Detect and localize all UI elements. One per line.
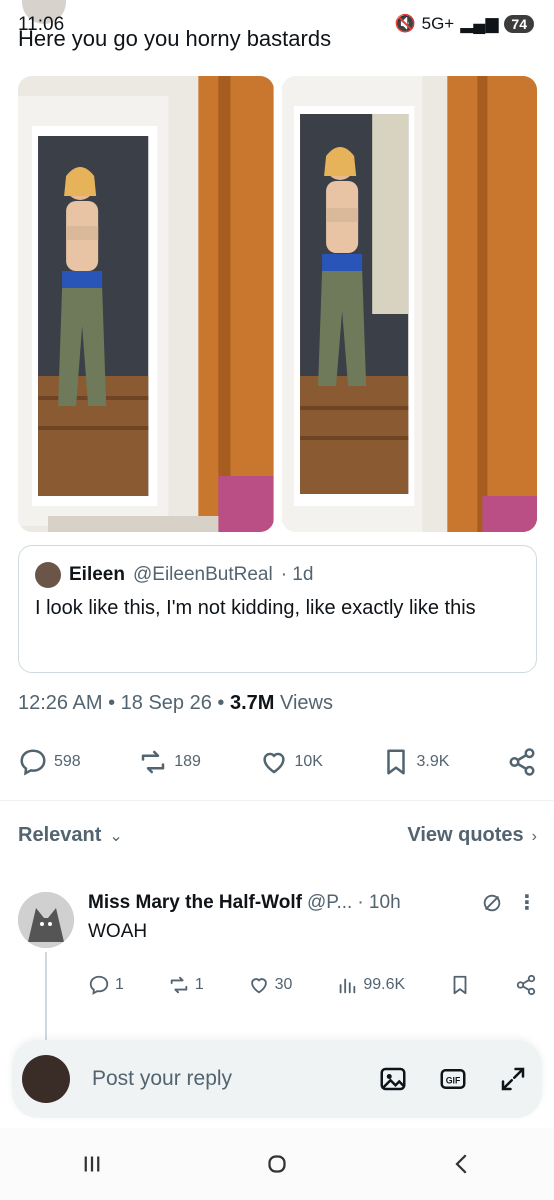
view-quotes-label: View quotes <box>407 824 524 846</box>
reply-icon <box>20 749 46 776</box>
quote-text: I look like this, I'm not kidding, like … <box>35 597 476 619</box>
back-icon[interactable] <box>447 1149 477 1179</box>
quote-avatar <box>35 562 61 588</box>
gif-icon[interactable]: GIF <box>438 1064 468 1094</box>
share-icon <box>509 748 535 776</box>
bookmark-icon <box>453 975 467 995</box>
quote-author-name: Eileen <box>69 564 125 585</box>
quote-age: · 1d <box>280 564 314 585</box>
mute-icon: 🔇 <box>394 14 416 33</box>
reply-reply-count: 1 <box>115 976 124 993</box>
reply-author-handle: @P... <box>306 891 353 913</box>
reply-button[interactable]: 598 <box>18 747 81 777</box>
reply-body: Miss Mary the Half-Wolf @P... · 10h ⋮ WO… <box>88 890 537 943</box>
expand-icon[interactable] <box>498 1064 528 1094</box>
repost-icon <box>170 976 188 994</box>
chevron-down-icon: ⌄ <box>109 828 123 845</box>
sort-label: Relevant <box>18 824 102 846</box>
mirror-photo-image <box>281 76 537 532</box>
reply-composer: Post your reply GIF <box>12 1040 542 1118</box>
meta-separator: • <box>211 692 230 714</box>
reply-views-button[interactable]: 99.6K <box>336 974 405 996</box>
reply-like-count: 30 <box>274 976 293 993</box>
like-button[interactable]: 10K <box>259 747 323 777</box>
wolf-avatar-image <box>18 892 74 948</box>
reply-icon <box>89 975 109 995</box>
tweet-date: 18 Sep 26 <box>120 692 212 714</box>
divider <box>0 800 554 801</box>
reply-repost-count: 1 <box>194 976 204 993</box>
replies-filter-row: Relevant ⌄ View quotes › <box>18 824 537 847</box>
bookmark-icon <box>386 749 405 775</box>
composer-icons: GIF <box>378 1064 528 1094</box>
tweet-photo-1[interactable] <box>18 76 274 532</box>
signal-icon: ▂▄▆ <box>460 14 499 33</box>
reply-header-icons: ⋮ <box>481 890 537 915</box>
like-count: 10K <box>294 753 323 770</box>
home-icon[interactable] <box>262 1149 292 1179</box>
reply-views-count: 99.6K <box>363 976 406 993</box>
composer-avatar <box>22 1055 70 1103</box>
reply-repost-button[interactable]: 1 <box>168 974 204 996</box>
share-icon <box>516 974 536 996</box>
more-options-icon[interactable]: ⋮ <box>517 890 537 915</box>
network-label: 5G+ <box>421 14 455 33</box>
tweet-time: 12:26 AM <box>18 692 103 714</box>
status-icons: 🔇 5G+ ▂▄▆ 74 <box>394 14 534 34</box>
tweet-views-label: Views <box>274 692 333 714</box>
quote-author-handle: @EileenButReal <box>132 564 273 585</box>
share-button[interactable] <box>507 747 537 777</box>
heart-icon <box>262 752 285 774</box>
meta-separator: • <box>102 692 121 714</box>
chevron-right-icon: › <box>531 828 537 845</box>
repost-button[interactable]: 189 <box>138 747 201 777</box>
analytics-icon <box>339 978 356 994</box>
repost-icon <box>142 750 165 774</box>
sort-dropdown[interactable]: Relevant ⌄ <box>18 824 123 847</box>
bookmark-count: 3.9K <box>416 753 450 770</box>
reply-age: · 10h <box>357 891 401 913</box>
reply-text: WOAH <box>88 921 148 942</box>
svg-text:GIF: GIF <box>446 1075 461 1085</box>
quote-header: Eileen @EileenButReal · 1d <box>35 562 520 588</box>
heart-icon <box>250 978 267 994</box>
recents-icon[interactable] <box>77 1149 107 1179</box>
reply-like-button[interactable]: 30 <box>248 974 293 996</box>
tweet-meta: 12:26 AM • 18 Sep 26 • 3.7M Views <box>18 692 333 715</box>
quoted-tweet[interactable]: Eileen @EileenButReal · 1d I look like t… <box>18 545 537 673</box>
reply-input[interactable]: Post your reply <box>92 1067 378 1091</box>
image-icon[interactable] <box>378 1064 408 1094</box>
tweet-text: Here you go you horny bastards <box>18 26 332 51</box>
grok-icon[interactable] <box>481 892 503 914</box>
system-nav-bar <box>0 1128 554 1200</box>
repost-count: 189 <box>174 753 201 770</box>
tweet-action-bar: 598 189 10K 3.9K <box>18 742 537 782</box>
reply-author-name[interactable]: Miss Mary the Half-Wolf <box>88 892 302 914</box>
mirror-photo-image <box>18 76 274 532</box>
reply-bookmark-button[interactable] <box>449 974 471 996</box>
tweet-views-count[interactable]: 3.7M <box>230 692 274 714</box>
reply-count: 598 <box>54 753 81 770</box>
reply-action-bar: 1 1 30 99.6K <box>88 974 537 996</box>
reply-share-button[interactable] <box>515 974 537 996</box>
tweet-photos <box>18 76 537 532</box>
view-quotes-link[interactable]: View quotes › <box>407 824 537 847</box>
reply-reply-button[interactable]: 1 <box>88 974 124 996</box>
bookmark-button[interactable]: 3.9K <box>381 747 450 777</box>
reply-avatar[interactable] <box>18 892 74 948</box>
battery-badge: 74 <box>504 15 534 33</box>
reply-header: Miss Mary the Half-Wolf @P... · 10h ⋮ <box>88 890 537 915</box>
tweet-photo-2[interactable] <box>281 76 537 532</box>
